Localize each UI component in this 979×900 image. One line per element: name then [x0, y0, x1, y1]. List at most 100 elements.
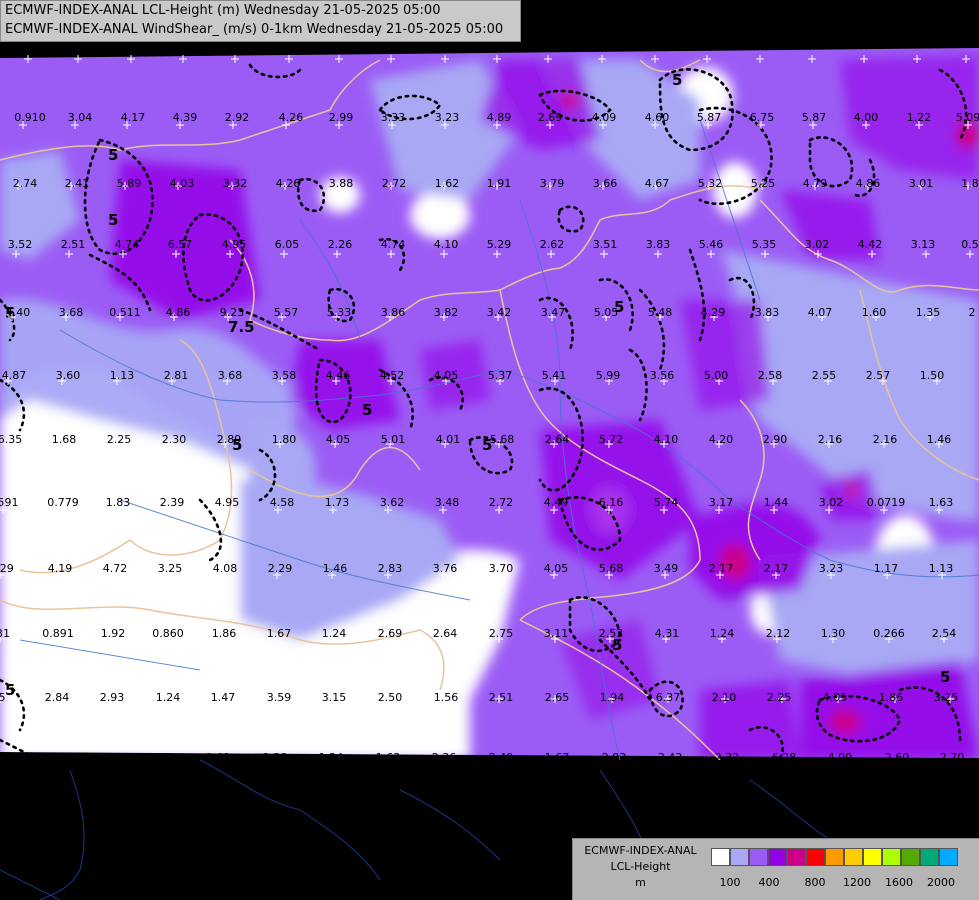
grid-value-label: 2.17 [764, 562, 789, 575]
grid-value-label: 2.72 [382, 177, 407, 190]
legend-tick-label: 400 [758, 876, 780, 889]
grid-value-label: 2.51 [61, 238, 86, 251]
grid-value-label: 1.67 [267, 627, 292, 640]
contour-label: 5 [940, 668, 950, 686]
grid-value-label: 4.89 [487, 111, 512, 124]
grid-value-label: 4.20 [709, 433, 734, 446]
grid-value-label: 1.8 [961, 177, 979, 190]
grid-value-label: 5.33 [327, 306, 352, 319]
grid-value-label: 4.05 [544, 562, 569, 575]
grid-value-label: 3.60 [56, 369, 81, 382]
grid-value-label: 1.56 [434, 691, 459, 704]
grid-value-label: 2.69 [538, 111, 563, 124]
grid-value-label: 2.12 [766, 627, 791, 640]
grid-value-label: 1.63 [929, 496, 954, 509]
contour-label: 7.5 [228, 318, 255, 336]
grid-value-label: 3.82 [434, 306, 459, 319]
grid-value-label: 5.46 [699, 238, 724, 251]
grid-value-label: 3.11 [544, 627, 569, 640]
grid-value-label: 1.68 [52, 433, 77, 446]
grid-value-label: 2.53 [599, 627, 624, 640]
grid-value-label: 5.25 [751, 177, 776, 190]
grid-value-label: 3.88 [329, 177, 354, 190]
grid-value-label: 5.32 [698, 177, 723, 190]
grid-value-label: 2.63 [206, 751, 231, 764]
grid-value-label: 1.22 [907, 111, 932, 124]
grid-value-label: 3.01 [909, 177, 934, 190]
grid-value-label: 1.62 [435, 177, 460, 190]
grid-value-label: 6.35 [0, 433, 22, 446]
grid-value-label: 3.33 [381, 111, 406, 124]
grid-value-label: 591 [0, 496, 19, 509]
grid-value-label: 6.75 [750, 111, 775, 124]
grid-value-label: 3.17 [709, 496, 734, 509]
grid-value-label: 2.57 [866, 369, 891, 382]
grid-value-label: 2.93 [100, 691, 125, 704]
grid-value-label: 2.36 [432, 751, 457, 764]
map-title-box: ECMWF-INDEX-ANAL LCL-Height (m) Wednesda… [0, 0, 521, 42]
grid-value-label: 0.860 [152, 627, 184, 640]
grid-value-label: 4.95 [215, 496, 240, 509]
grid-value-label: 5.37 [488, 369, 513, 382]
grid-value-label: 5.01 [381, 433, 406, 446]
grid-value-label: 3.56 [650, 369, 675, 382]
contour-label: 5 [362, 401, 372, 419]
legend-swatch [882, 848, 901, 866]
grid-value-label: 3.49 [654, 562, 679, 575]
grid-value-label: 5.29 [487, 238, 512, 251]
grid-value-label: 4.03 [170, 177, 195, 190]
grid-value-label: 3.13 [911, 238, 936, 251]
grid-value-label: 2.16 [818, 433, 843, 446]
grid-value-label: 4.05 [823, 691, 848, 704]
legend-swatch [711, 848, 730, 866]
grid-value-label: 0.910 [14, 111, 46, 124]
grid-value-label: 2.50 [378, 691, 403, 704]
grid-value-label: 0.5 [961, 238, 979, 251]
grid-value-label: 4.07 [808, 306, 833, 319]
grid-value-label: 2.93 [602, 751, 627, 764]
grid-value-label: 3.43 [658, 751, 683, 764]
grid-value-label: 4.46 [326, 369, 351, 382]
grid-value-label: 5.99 [596, 369, 621, 382]
grid-value-label: 1.73 [325, 496, 350, 509]
grid-value-label: 1.67 [545, 751, 570, 764]
legend-swatch [768, 848, 787, 866]
legend-tick-label: 2000 [927, 876, 955, 889]
contour-label: 5 [108, 146, 118, 164]
grid-value-label: 2.55 [812, 369, 837, 382]
legend-swatch [901, 848, 920, 866]
grid-value-label: 2.25 [107, 433, 132, 446]
grid-value-label: 2.17 [709, 562, 734, 575]
contour-label: 5 [5, 681, 15, 699]
grid-value-label: 3.59 [267, 691, 292, 704]
grid-value-label: 1.60 [862, 306, 887, 319]
grid-value-label: 2.92 [225, 111, 250, 124]
legend-swatch [939, 848, 958, 866]
grid-value-label: 1.92 [101, 627, 126, 640]
grid-value-label: 5.00 [704, 369, 729, 382]
grid-value-label: 2.74 [13, 177, 38, 190]
grid-value-label: 3.70 [489, 562, 514, 575]
legend-swatch [806, 848, 825, 866]
grid-value-label: 5.57 [274, 306, 299, 319]
grid-value-label: 2 [969, 306, 976, 319]
grid-value-label: 3 [0, 751, 6, 764]
grid-value-label: 1.24 [322, 627, 347, 640]
grid-value-label: 5.05 [594, 306, 619, 319]
grid-value-label: 1.17 [874, 562, 899, 575]
legend-swatch [749, 848, 768, 866]
grid-value-label: 4.67 [645, 177, 670, 190]
legend-swatch [863, 848, 882, 866]
grid-value-label: 3.83 [755, 306, 780, 319]
grid-value-label: 1.13 [110, 369, 135, 382]
grid-value-label: 4.05 [434, 369, 459, 382]
grid-value-label: 4.99 [828, 751, 853, 764]
grid-value-label: 5.89 [117, 177, 142, 190]
grid-value-label: 2.49 [489, 751, 514, 764]
grid-value-label: 5.68 [490, 433, 515, 446]
grid-value-label: 2.10 [712, 691, 737, 704]
grid-value-label: 1.86 [212, 627, 237, 640]
grid-value-label: 3.42 [487, 306, 512, 319]
grid-value-label: 1.94 [600, 691, 625, 704]
legend-swatch [920, 848, 939, 866]
